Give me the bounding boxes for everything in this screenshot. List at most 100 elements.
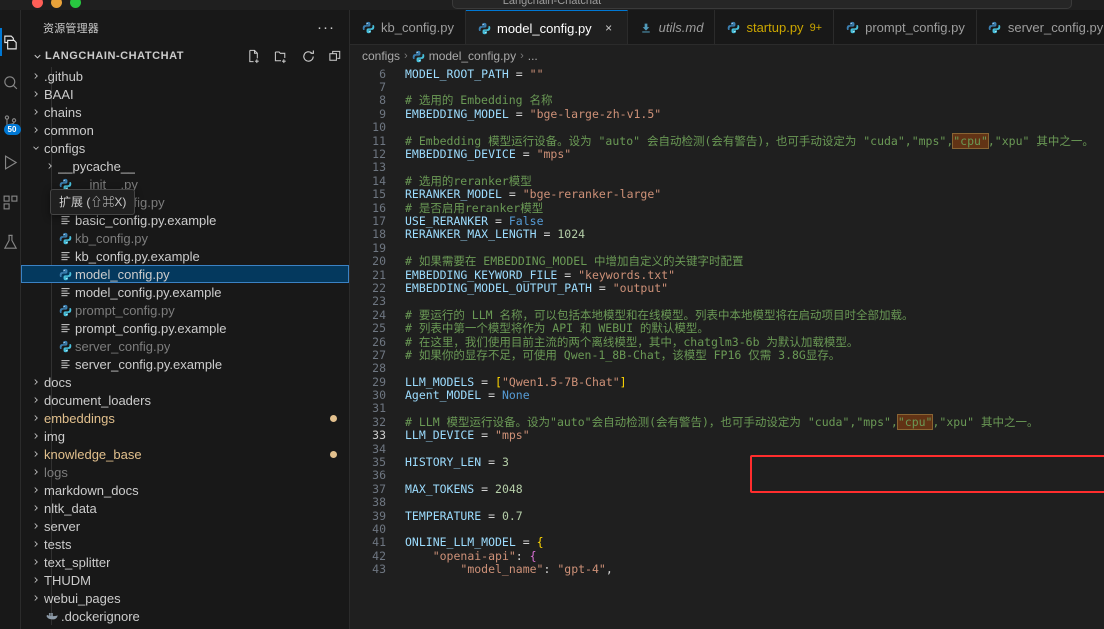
- editor-tab-prompt_config.py[interactable]: prompt_config.py: [834, 10, 977, 44]
- chevron-right-icon[interactable]: [29, 377, 42, 387]
- code-line[interactable]: 33 LLM_DEVICE = "mps": [350, 428, 1104, 442]
- tree-item-prompt_config.py.example[interactable]: prompt_config.py.example: [21, 319, 349, 337]
- code-line[interactable]: 9 EMBEDDING_MODEL = "bge-large-zh-v1.5": [350, 107, 1104, 121]
- chevron-right-icon[interactable]: [29, 485, 42, 495]
- maximize-window-button[interactable]: [70, 0, 81, 8]
- tree-item-prompt_config.py[interactable]: prompt_config.py: [21, 301, 349, 319]
- editor-tab-server_config.py[interactable]: server_config.py: [976, 10, 1104, 44]
- code-line[interactable]: 28: [350, 361, 1104, 375]
- activity-explorer-icon[interactable]: [0, 22, 21, 62]
- tree-item-docs[interactable]: docs: [21, 373, 349, 391]
- code-editor[interactable]: 6 MODEL_ROOT_PATH = "" 7 8 # 选用的 Embedding 名…: [350, 67, 1104, 629]
- chevron-right-icon[interactable]: [29, 413, 42, 423]
- tree-item-model_config.py[interactable]: model_config.py: [21, 265, 349, 283]
- code-line[interactable]: 40: [350, 522, 1104, 536]
- chevron-right-icon[interactable]: [29, 395, 42, 405]
- explorer-more-actions-icon[interactable]: ···: [317, 19, 343, 36]
- tree-item-embeddings[interactable]: embeddings: [21, 409, 349, 427]
- code-line[interactable]: 36: [350, 468, 1104, 482]
- activity-extensions-icon[interactable]: [0, 182, 21, 222]
- code-line[interactable]: 12 EMBEDDING_DEVICE = "mps": [350, 147, 1104, 161]
- chevron-right-icon[interactable]: [29, 449, 42, 459]
- code-line[interactable]: 37 MAX_TOKENS = 2048: [350, 482, 1104, 496]
- tree-item-knowledge_base[interactable]: knowledge_base: [21, 445, 349, 463]
- chevron-right-icon[interactable]: [29, 467, 42, 477]
- code-line[interactable]: 41 ONLINE_LLM_MODEL = {: [350, 535, 1104, 549]
- code-line[interactable]: 20 # 如果需要在 EMBEDDING_MODEL 中增加自定义的关键字时配置: [350, 254, 1104, 268]
- editor-tab-bar[interactable]: kb_config.py model_config.py × utils.md star…: [350, 10, 1104, 45]
- tree-item-configs[interactable]: configs: [21, 139, 349, 157]
- code-line[interactable]: 22 EMBEDDING_MODEL_OUTPUT_PATH = "output": [350, 281, 1104, 295]
- chevron-right-icon[interactable]: [29, 125, 42, 135]
- file-tree[interactable]: .github BAAI chains common configs __pycache_…: [21, 67, 349, 625]
- tab-close-icon[interactable]: ×: [602, 21, 616, 35]
- tree-item-nltk_data[interactable]: nltk_data: [21, 499, 349, 517]
- tree-item-__pycache__[interactable]: __pycache__: [21, 157, 349, 175]
- tree-item-text_splitter[interactable]: text_splitter: [21, 553, 349, 571]
- new-file-icon[interactable]: [246, 48, 262, 64]
- editor-tab-utils.md[interactable]: utils.md: [627, 10, 716, 44]
- chevron-right-icon[interactable]: [43, 161, 56, 171]
- code-line[interactable]: 17 USE_RERANKER = False: [350, 214, 1104, 228]
- code-line[interactable]: 35 HISTORY_LEN = 3: [350, 455, 1104, 469]
- close-window-button[interactable]: [32, 0, 43, 8]
- tree-item-thudm[interactable]: THUDM: [21, 571, 349, 589]
- chevron-right-icon[interactable]: [29, 575, 42, 585]
- window-traffic-lights[interactable]: [32, 0, 81, 8]
- tree-item-baai[interactable]: BAAI: [21, 85, 349, 103]
- code-line[interactable]: 42 "openai-api": {: [350, 549, 1104, 563]
- code-line[interactable]: 39 TEMPERATURE = 0.7: [350, 509, 1104, 523]
- code-line[interactable]: 27 # 如果你的显存不足，可使用 Qwen-1_8B-Chat，该模型 FP16…: [350, 348, 1104, 362]
- chevron-right-icon[interactable]: [29, 503, 42, 513]
- tree-item-server_config.py.example[interactable]: server_config.py.example: [21, 355, 349, 373]
- chevron-right-icon[interactable]: [29, 539, 42, 549]
- new-folder-icon[interactable]: [273, 48, 289, 64]
- code-line[interactable]: 8 # 选用的 Embedding 名称: [350, 93, 1104, 107]
- chevron-right-icon[interactable]: [29, 107, 42, 117]
- breadcrumb[interactable]: configs › model_config.py ›...: [350, 45, 1104, 67]
- tree-item-server[interactable]: server: [21, 517, 349, 535]
- tree-item-markdown_docs[interactable]: markdown_docs: [21, 481, 349, 499]
- chevron-right-icon[interactable]: [29, 71, 42, 81]
- chevron-right-icon[interactable]: [29, 557, 42, 567]
- code-line[interactable]: 38: [350, 495, 1104, 509]
- chevron-right-icon[interactable]: [29, 431, 42, 441]
- breadcrumb-item[interactable]: ...: [528, 49, 538, 63]
- activity-testing-icon[interactable]: [0, 222, 21, 262]
- code-line[interactable]: 21 EMBEDDING_KEYWORD_FILE = "keywords.txt…: [350, 268, 1104, 282]
- tree-item-.dockerignore[interactable]: .dockerignore: [21, 607, 349, 625]
- code-line[interactable]: 16 # 是否启用reranker模型: [350, 201, 1104, 215]
- editor-tab-kb_config.py[interactable]: kb_config.py: [350, 10, 466, 44]
- tree-item-img[interactable]: img: [21, 427, 349, 445]
- tree-item-.github[interactable]: .github: [21, 67, 349, 85]
- editor-tab-startup.py[interactable]: startup.py 9+: [715, 10, 835, 44]
- chevron-right-icon[interactable]: [29, 521, 42, 531]
- code-line[interactable]: 14 # 选用的reranker模型: [350, 174, 1104, 188]
- chevron-right-icon[interactable]: [29, 593, 42, 603]
- breadcrumb-item[interactable]: configs: [362, 49, 400, 63]
- tree-item-chains[interactable]: chains: [21, 103, 349, 121]
- activity-source-control-icon[interactable]: 50: [0, 102, 21, 142]
- tree-item-model_config.py.example[interactable]: model_config.py.example: [21, 283, 349, 301]
- code-line[interactable]: 18 RERANKER_MAX_LENGTH = 1024: [350, 227, 1104, 241]
- tree-item-kb_config.py.example[interactable]: kb_config.py.example: [21, 247, 349, 265]
- code-line[interactable]: 34: [350, 442, 1104, 456]
- minimize-window-button[interactable]: [51, 0, 62, 8]
- refresh-icon[interactable]: [300, 48, 316, 64]
- code-line[interactable]: 30 Agent_MODEL = None: [350, 388, 1104, 402]
- code-line[interactable]: 32 # LLM 模型运行设备。设为"auto"会自动检测(会有警告)，也可手动设…: [350, 413, 1104, 430]
- activity-search-icon[interactable]: [0, 62, 21, 102]
- code-line[interactable]: 11 # Embedding 模型运行设备。设为 "auto" 会自动检测(会有警…: [350, 132, 1104, 149]
- tree-item-tests[interactable]: tests: [21, 535, 349, 553]
- editor-tab-model_config.py[interactable]: model_config.py ×: [466, 10, 628, 44]
- collapse-all-icon[interactable]: [327, 48, 343, 64]
- tree-item-logs[interactable]: logs: [21, 463, 349, 481]
- tree-item-document_loaders[interactable]: document_loaders: [21, 391, 349, 409]
- tree-item-common[interactable]: common: [21, 121, 349, 139]
- chevron-down-icon[interactable]: [29, 143, 42, 153]
- breadcrumb-item[interactable]: model_config.py: [412, 49, 516, 63]
- activity-run-debug-icon[interactable]: [0, 142, 21, 182]
- code-line[interactable]: 6 MODEL_ROOT_PATH = "": [350, 67, 1104, 81]
- code-line[interactable]: 43 "model_name": "gpt-4",: [350, 562, 1104, 576]
- workspace-root-row[interactable]: LANGCHAIN-CHATCHAT: [21, 45, 349, 67]
